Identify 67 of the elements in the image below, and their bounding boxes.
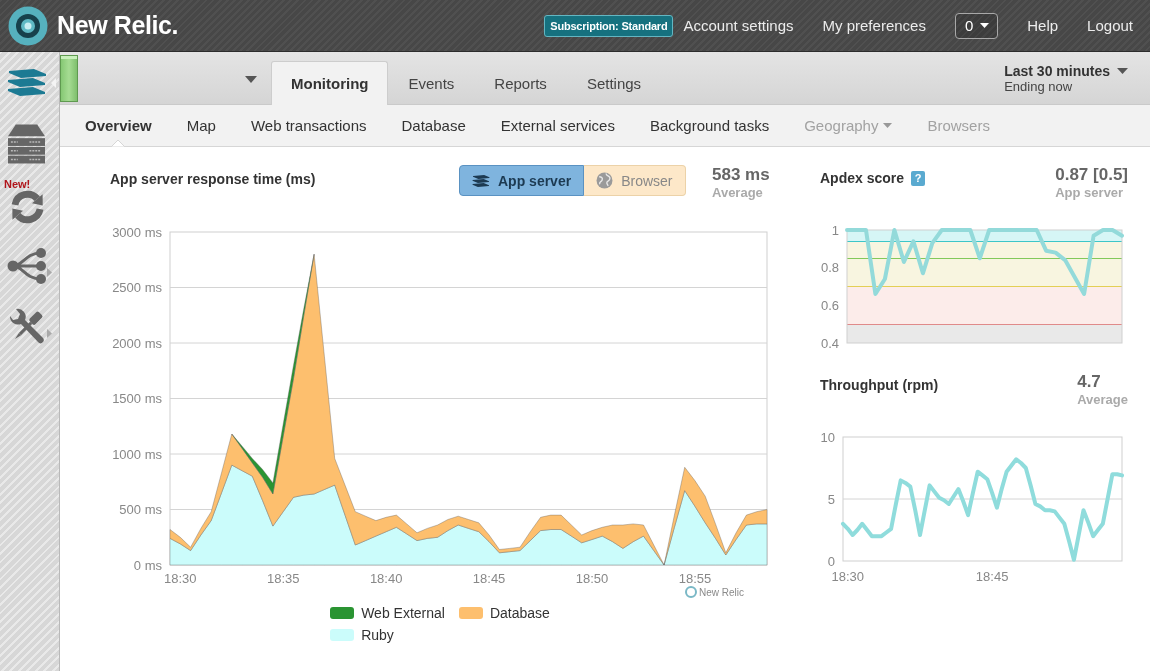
axis-label: 3000 ms bbox=[112, 224, 162, 240]
layers-icon[interactable] bbox=[6, 69, 47, 96]
axis-label: 1000 ms bbox=[112, 446, 162, 462]
tab[interactable]: Events bbox=[388, 61, 475, 105]
axis-label: 2500 ms bbox=[112, 280, 162, 295]
subnav-link[interactable]: External services bbox=[500, 117, 615, 134]
caret-icon[interactable] bbox=[245, 75, 257, 83]
axis-label: 18:40 bbox=[369, 571, 403, 586]
caret-icon bbox=[1117, 68, 1128, 74]
axis-label: 18:50 bbox=[575, 571, 609, 586]
axis-label: 18:30 bbox=[164, 571, 197, 586]
axis-label: 0.6 bbox=[820, 297, 839, 313]
chart-title: Apdex score bbox=[820, 170, 905, 186]
axis-label: 18:55 bbox=[678, 571, 712, 586]
layers-icon bbox=[472, 174, 490, 187]
stat-label: Average bbox=[1077, 392, 1128, 407]
stat-value: 4.7 bbox=[1077, 372, 1102, 391]
axis-label: 0.8 bbox=[820, 260, 839, 276]
axis-label: 18:45 bbox=[975, 569, 1009, 584]
subnav-link[interactable]: Web transactions bbox=[250, 117, 367, 134]
tab[interactable]: Settings bbox=[566, 61, 662, 105]
chart-title: App server response time (ms) bbox=[110, 171, 316, 187]
stat-label: App server bbox=[1055, 185, 1125, 200]
logo-icon bbox=[8, 5, 48, 46]
globe-icon bbox=[596, 172, 614, 189]
header-link[interactable]: Account settings bbox=[683, 17, 794, 34]
axis-label: 500 ms bbox=[119, 502, 162, 517]
header-link[interactable]: Help bbox=[1027, 17, 1059, 34]
axis-label: 1 bbox=[831, 222, 839, 238]
header-link[interactable]: My preferences bbox=[822, 17, 926, 34]
hierarchy-icon[interactable] bbox=[6, 247, 47, 284]
time-range-dropdown[interactable]: Last 30 minutes Ending now bbox=[1004, 63, 1128, 94]
brand-name: New Relic. bbox=[57, 11, 179, 40]
logo-icon bbox=[685, 586, 697, 598]
axis-label: 1500 ms bbox=[112, 391, 162, 406]
health-status-bar bbox=[60, 55, 78, 102]
subnav-link[interactable]: Database bbox=[401, 117, 466, 134]
axis-label: 5 bbox=[827, 491, 835, 507]
chart-credit: New Relic bbox=[699, 587, 744, 598]
subnav-link[interactable]: Map bbox=[186, 117, 216, 134]
caret-icon bbox=[980, 23, 990, 28]
axis-label: 18:30 bbox=[831, 569, 865, 584]
legend-label: Ruby bbox=[361, 627, 394, 643]
header-link[interactable]: Logout bbox=[1087, 17, 1133, 34]
subscription-badge[interactable]: Subscription: Standard bbox=[544, 14, 674, 37]
legend-label: Web External bbox=[361, 605, 445, 621]
subnav-link[interactable]: Background tasks bbox=[649, 117, 770, 134]
subnav-link[interactable]: Overview bbox=[85, 117, 152, 134]
axis-label: 0 ms bbox=[133, 557, 162, 573]
server-icon[interactable] bbox=[8, 123, 45, 164]
stat-label: Average bbox=[712, 185, 764, 200]
stat-value: 583 ms bbox=[712, 165, 771, 184]
tab[interactable]: Reports bbox=[474, 61, 567, 105]
axis-label: 0 bbox=[827, 553, 835, 569]
axis-label: 10 bbox=[820, 429, 835, 445]
axis-label: 0.4 bbox=[820, 335, 839, 350]
pointer-icon bbox=[51, 77, 56, 88]
tab[interactable]: Monitoring bbox=[271, 61, 389, 105]
count-dropdown[interactable]: 0 bbox=[954, 12, 999, 39]
stat-value: 0.87 [0.5] bbox=[1055, 165, 1128, 184]
new-label: New! bbox=[4, 177, 31, 190]
axis-label: 18:35 bbox=[266, 571, 300, 586]
legend-label: Database bbox=[489, 605, 550, 621]
chart-title: Throughput (rpm) bbox=[820, 377, 939, 393]
axis-label: 18:45 bbox=[472, 571, 506, 586]
axis-label: 2000 ms bbox=[112, 335, 162, 351]
toggle-button[interactable]: App server bbox=[459, 165, 585, 196]
